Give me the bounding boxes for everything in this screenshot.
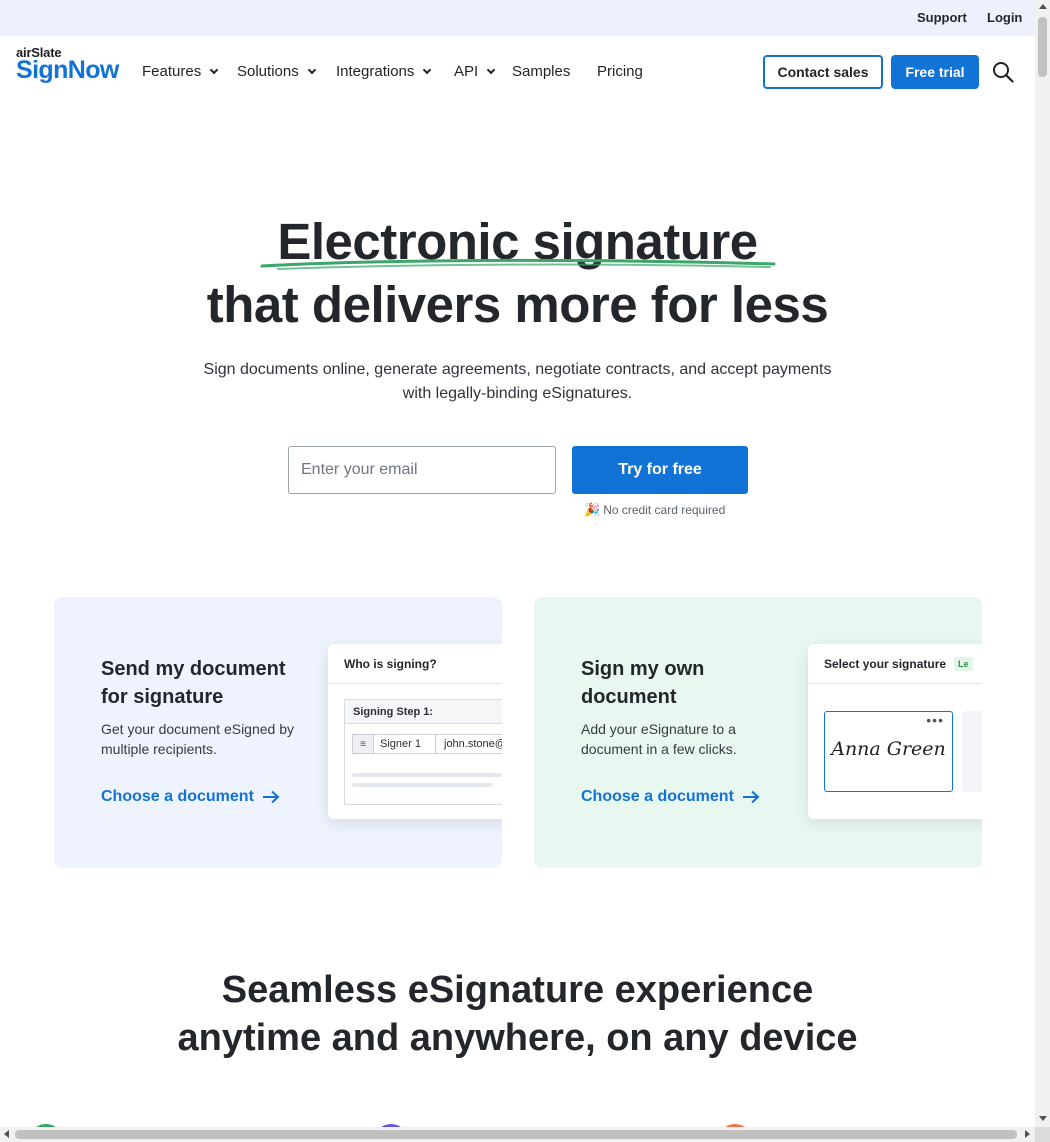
choose-document-label: Choose a document (101, 788, 254, 805)
nav-item-features[interactable]: Features (142, 63, 219, 80)
card-title: Sign my own document (581, 658, 705, 708)
nav-item-api[interactable]: API (454, 63, 496, 80)
card-description: Get your document eSigned by multiple re… (101, 721, 295, 757)
logo-big-text: SignNow (16, 56, 119, 84)
signature-option (962, 711, 982, 792)
section-title-line2: anytime and anywhere, on any device (177, 1017, 858, 1059)
send-document-card: Send my document for signature Get your … (54, 597, 502, 868)
sign-own-document-card: Sign my own document Add your eSignature… (534, 597, 982, 868)
signer-email-field: john.stone@ (436, 734, 502, 754)
horizontal-scroll-thumb[interactable] (15, 1130, 1017, 1139)
nav-item-label: Samples (512, 63, 571, 80)
mock-header: Select your signature Le (808, 644, 982, 684)
scroll-right-arrow-icon[interactable] (1025, 1130, 1030, 1138)
chevron-down-icon (423, 65, 432, 75)
section-title-line1: Seamless eSignature experience (221, 969, 814, 1011)
nav-item-label: Pricing (597, 63, 643, 80)
nav-item-label: Features (142, 63, 202, 80)
free-trial-button[interactable]: Free trial (891, 55, 979, 89)
nav-item-samples[interactable]: Samples (512, 63, 570, 80)
main-nav: airSlate SignNow Features Solutions Inte… (0, 36, 1035, 108)
search-icon[interactable] (992, 61, 1014, 83)
scroll-up-arrow-icon[interactable] (1039, 4, 1047, 9)
nav-item-label: Solutions (237, 63, 299, 80)
signing-preview-mock: Who is signing? Signing Step 1: ≡ Signer… (328, 644, 502, 819)
nav-item-integrations[interactable]: Integrations (336, 63, 432, 80)
scroll-down-arrow-icon[interactable] (1039, 1116, 1047, 1121)
nav-item-pricing[interactable]: Pricing (597, 63, 643, 80)
horizontal-scrollbar[interactable] (0, 1127, 1035, 1142)
scrollbar-corner (1035, 1127, 1050, 1142)
nav-item-solutions[interactable]: Solutions (237, 63, 316, 80)
card-description: Add your eSignature to a document in a f… (581, 721, 737, 757)
choose-document-label: Choose a document (581, 788, 734, 805)
hero-subtitle-line1: Sign documents online, generate agreemen… (203, 361, 832, 378)
arrow-right-icon (742, 790, 760, 804)
no-credit-card-text: No credit card required (603, 503, 726, 517)
chevron-down-icon (486, 65, 496, 75)
choose-document-link[interactable]: Choose a document (581, 788, 760, 806)
no-credit-card-note: 🎉 No credit card required (584, 502, 725, 518)
signature-preview-mock: Select your signature Le ••• Anna Green (808, 644, 982, 819)
signing-step-label: Signing Step 1: (345, 700, 502, 724)
party-popper-icon: 🎉 (584, 502, 601, 517)
nav-item-label: Integrations (336, 63, 415, 80)
card-title: Send my document for signature (101, 658, 286, 708)
signature-text: Anna Green (831, 738, 946, 760)
signer-row: ≡ Signer 1 john.stone@ (352, 734, 502, 754)
placeholder-bar (352, 773, 502, 777)
legal-badge: Le (954, 657, 973, 671)
placeholder-bar (352, 783, 492, 787)
hero-subtitle-line2: with legally-binding eSignatures. (402, 385, 633, 402)
email-input[interactable] (288, 446, 556, 494)
vertical-scroll-thumb[interactable] (1038, 17, 1047, 77)
section-title: Seamless eSignature experience anytime a… (0, 966, 1035, 1062)
nav-item-label: API (454, 63, 479, 80)
scroll-left-arrow-icon[interactable] (4, 1130, 9, 1138)
try-for-free-button[interactable]: Try for free (572, 446, 748, 494)
contact-sales-button[interactable]: Contact sales (763, 55, 883, 89)
vertical-scrollbar[interactable] (1035, 0, 1050, 1127)
signer-name-field: Signer 1 (374, 734, 436, 754)
signing-step-box: Signing Step 1: ≡ Signer 1 john.stone@ (344, 699, 502, 805)
mock-header-text: Select your signature (824, 657, 947, 671)
support-link[interactable]: Support (917, 10, 967, 25)
more-options-icon: ••• (926, 712, 944, 728)
arrow-right-icon (262, 790, 280, 804)
logo[interactable]: airSlate SignNow (16, 45, 126, 85)
choose-document-link[interactable]: Choose a document (101, 788, 280, 806)
login-link[interactable]: Login (987, 10, 1022, 25)
mock-header: Who is signing? (328, 644, 502, 684)
utility-bar: Support Login (0, 0, 1035, 36)
signature-option-selected: ••• Anna Green (824, 711, 953, 792)
hero-subtitle: Sign documents online, generate agreemen… (0, 358, 1035, 406)
chevron-down-icon (209, 65, 219, 75)
chevron-down-icon (307, 65, 316, 75)
title-underline-decoration (260, 258, 776, 270)
drag-handle-icon: ≡ (352, 734, 374, 754)
hero-title-line2: that delivers more for less (206, 276, 829, 333)
